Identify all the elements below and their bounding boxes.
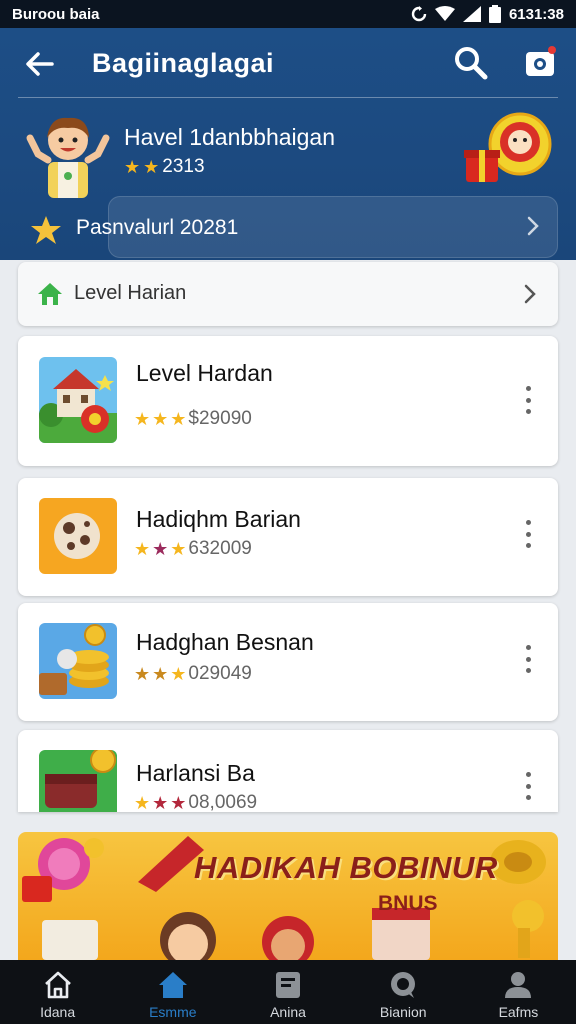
nav-label: Esmme: [149, 1004, 197, 1020]
card-rating-value: $29090: [188, 408, 252, 429]
nav-label: Anina: [270, 1004, 306, 1020]
status-icons: 6131:38: [411, 5, 564, 23]
card-rating-value: 632009: [188, 538, 252, 559]
bonus-banner[interactable]: HADIKAH BOBINUR BNUS: [18, 832, 558, 960]
level-row-label: Level Harian: [74, 282, 187, 304]
game-card[interactable]: Harlansi Ba ★ ★ ★ 08,0069: [18, 730, 558, 812]
banner-title: HADIKAH BOBINUR: [194, 850, 498, 885]
profile-rating: ★ ★ 2313: [124, 156, 205, 178]
status-bar: Buroou baia 6131:38: [0, 0, 576, 28]
sync-icon: [411, 6, 427, 22]
nav-item-esmme[interactable]: Esmme: [115, 960, 230, 1024]
card-title: Level Hardan: [136, 360, 273, 386]
nav-item-bianion[interactable]: Bianion: [346, 960, 461, 1024]
home-filled-icon: [158, 972, 187, 998]
nav-label: Eafms: [498, 1004, 539, 1020]
star-icon: [31, 216, 61, 244]
profile-name: Havel 1danbbhaigan: [124, 124, 336, 150]
wifi-icon: [434, 6, 455, 21]
app-bar: Bagiinaglagai: [0, 28, 576, 98]
camera-icon[interactable]: [520, 42, 560, 82]
game-card[interactable]: Hadghan Besnan ★ ★ ★ 029049: [18, 603, 558, 721]
nav-item-idana[interactable]: Idana: [0, 960, 115, 1024]
card-rating: ★ ★ ★ 029049: [134, 663, 252, 685]
star-icon: ★: [152, 539, 169, 559]
card-rating-value: 029049: [188, 663, 252, 684]
card-rating-value: 08,0069: [188, 792, 258, 812]
star-icon: ★: [170, 409, 187, 429]
more-options-icon[interactable]: [516, 768, 540, 804]
pass-label: Pasnvalurl 20281: [76, 216, 239, 239]
star-icon: ★: [143, 157, 160, 177]
chat-icon: [391, 972, 416, 998]
search-icon[interactable]: [452, 44, 490, 82]
star-icon: ★: [134, 664, 151, 684]
more-options-icon[interactable]: [516, 516, 540, 552]
gift-badge-icon[interactable]: [460, 110, 556, 190]
more-options-icon[interactable]: [516, 382, 540, 418]
card-rating: ★ ★ ★ $29090: [134, 408, 252, 430]
nav-item-anina[interactable]: Anina: [230, 960, 345, 1024]
clock: 6131:38: [508, 5, 564, 23]
star-icon: ★: [170, 539, 187, 559]
star-icon: ★: [170, 793, 187, 812]
nav-label: Idana: [40, 1004, 76, 1020]
avatar[interactable]: [22, 110, 114, 202]
nav-label: Bianion: [379, 1004, 427, 1020]
card-rating: ★ ★ ★ 632009: [134, 538, 252, 560]
star-icon: ★: [170, 664, 187, 684]
star-icon: ★: [134, 409, 151, 429]
cookie-thumbnail: [39, 498, 117, 574]
star-icon: ★: [134, 793, 151, 812]
game-card[interactable]: Level Hardan ★ ★ ★ $29090: [18, 336, 558, 466]
header-divider: [18, 97, 558, 98]
battery-icon: [488, 5, 501, 23]
game-card[interactable]: Hadiqhm Barian ★ ★ ★ 632009: [18, 478, 558, 596]
nav-item-eafms[interactable]: Eafms: [461, 960, 576, 1024]
bottom-nav: Idana Esmme Anina Bianion Eafms: [0, 960, 576, 1024]
signal-icon: [462, 6, 481, 22]
page-title: Bagiinaglagai: [92, 48, 275, 78]
back-arrow-icon[interactable]: [22, 46, 58, 82]
star-icon: ★: [124, 157, 141, 177]
banner-subtitle: BNUS: [378, 892, 438, 915]
star-icon: ★: [152, 409, 169, 429]
card-title: Harlansi Ba: [136, 760, 255, 786]
chevron-right-icon: [524, 284, 536, 304]
coins-thumbnail: [39, 623, 117, 699]
star-icon: ★: [134, 539, 151, 559]
home-icon: [38, 283, 62, 305]
star-icon: ★: [152, 793, 169, 812]
chest-thumbnail: [39, 750, 117, 812]
carrier-label: Buroou baia: [12, 5, 100, 23]
person-icon: [505, 972, 532, 998]
home-outline-icon: [44, 971, 71, 999]
notebook-icon: [276, 972, 300, 998]
card-rating: ★ ★ ★ 08,0069: [134, 792, 257, 812]
header: Bagiinaglagai Havel 1danbbhaigan ★ ★ 231…: [0, 28, 576, 260]
chevron-right-icon[interactable]: [522, 214, 544, 238]
more-options-icon[interactable]: [516, 641, 540, 677]
card-title: Hadghan Besnan: [136, 629, 314, 655]
card-title: Hadiqhm Barian: [136, 506, 301, 532]
star-icon: ★: [152, 664, 169, 684]
level-harian-row[interactable]: Level Harian: [18, 262, 558, 326]
profile-rating-value: 2313: [162, 156, 205, 177]
house-thumbnail: [39, 357, 117, 443]
